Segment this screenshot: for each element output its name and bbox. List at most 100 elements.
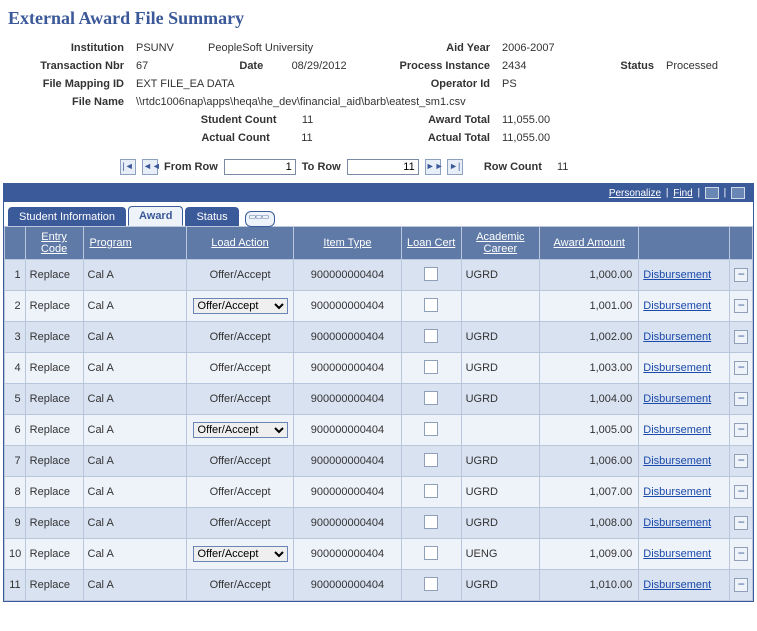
institution-label: Institution [8, 39, 130, 57]
tab-award[interactable]: Award [128, 206, 183, 226]
loan-cert[interactable] [401, 260, 461, 291]
disbursement-link[interactable]: Disbursement [643, 455, 711, 467]
loan-cert[interactable] [401, 322, 461, 353]
disbursement-link[interactable]: Disbursement [643, 548, 711, 560]
loan-cert-checkbox[interactable] [424, 391, 438, 405]
table-row: 9ReplaceCal AOffer/Accept900000000404UGR… [5, 508, 753, 539]
collapse-icon[interactable]: − [734, 485, 748, 499]
personalize-link[interactable]: Personalize [609, 188, 661, 199]
loan-cert-checkbox[interactable] [424, 515, 438, 529]
loan-cert-checkbox[interactable] [424, 577, 438, 591]
tab-status[interactable]: Status [185, 207, 238, 226]
from-row-input[interactable] [224, 159, 296, 175]
col-load-action[interactable]: Load Action [211, 237, 269, 249]
load-action[interactable]: Offer/Accept [186, 539, 293, 570]
collapse-icon[interactable]: − [734, 268, 748, 282]
col-award-amount[interactable]: Award Amount [554, 237, 625, 249]
award-amount: 1,005.00 [540, 415, 639, 446]
disbursement-link[interactable]: Disbursement [643, 393, 711, 405]
loan-cert[interactable] [401, 415, 461, 446]
row-number: 6 [5, 415, 26, 446]
file-mapping-id-label: File Mapping ID [8, 75, 130, 93]
disbursement-link[interactable]: Disbursement [643, 300, 711, 312]
loan-cert-checkbox[interactable] [424, 298, 438, 312]
load-action: Offer/Accept [186, 570, 293, 601]
show-all-columns-icon[interactable] [245, 211, 275, 227]
collapse-icon[interactable]: − [734, 361, 748, 375]
prev-page-icon[interactable]: ◄◄ [142, 159, 158, 175]
disbursement-link[interactable]: Disbursement [643, 424, 711, 436]
col-loan-cert[interactable]: Loan Cert [407, 237, 455, 249]
loan-cert-checkbox[interactable] [424, 422, 438, 436]
academic-career: UGRD [461, 570, 540, 601]
actual-count-label: Actual Count [201, 132, 269, 144]
download-icon[interactable] [731, 187, 745, 199]
disbursement-link[interactable]: Disbursement [643, 269, 711, 281]
last-page-icon[interactable]: ►| [447, 159, 463, 175]
load-action: Offer/Accept [186, 353, 293, 384]
status-label: Status [588, 57, 660, 75]
loan-cert[interactable] [401, 384, 461, 415]
load-action-select[interactable]: Offer/Accept [193, 422, 288, 438]
first-page-icon[interactable]: |◄ [120, 159, 136, 175]
table-row: 10ReplaceCal AOffer/Accept900000000404UE… [5, 539, 753, 570]
view-all-icon[interactable] [705, 187, 719, 199]
loan-cert-checkbox[interactable] [424, 484, 438, 498]
find-link[interactable]: Find [673, 188, 692, 199]
institution-code: PSUNV [130, 39, 202, 57]
academic-career [461, 415, 540, 446]
collapse-icon[interactable]: − [734, 578, 748, 592]
award-amount: 1,002.00 [540, 322, 639, 353]
disbursement-link[interactable]: Disbursement [643, 517, 711, 529]
disbursement-link[interactable]: Disbursement [643, 579, 711, 591]
table-row: 5ReplaceCal AOffer/Accept900000000404UGR… [5, 384, 753, 415]
loan-cert[interactable] [401, 570, 461, 601]
load-action-select[interactable]: Offer/Accept [193, 298, 288, 314]
award-total-label: Award Total [384, 111, 496, 129]
loan-cert[interactable] [401, 539, 461, 570]
loan-cert-checkbox[interactable] [424, 329, 438, 343]
collapse-icon[interactable]: − [734, 454, 748, 468]
entry-code: Replace [25, 446, 83, 477]
item-type: 900000000404 [294, 384, 401, 415]
col-program[interactable]: Program [90, 237, 132, 249]
item-type: 900000000404 [294, 446, 401, 477]
col-academic-career[interactable]: Academic Career [476, 231, 524, 255]
program: Cal A [83, 322, 186, 353]
tab-student-information[interactable]: Student Information [8, 207, 126, 226]
loan-cert[interactable] [401, 353, 461, 384]
load-action[interactable]: Offer/Accept [186, 415, 293, 446]
disbursement-link[interactable]: Disbursement [643, 331, 711, 343]
collapse-icon[interactable]: − [734, 330, 748, 344]
load-action-select[interactable]: Offer/Accept [193, 546, 288, 562]
col-item-type[interactable]: Item Type [323, 237, 371, 249]
to-row-input[interactable] [347, 159, 419, 175]
loan-cert-checkbox[interactable] [424, 453, 438, 467]
collapse-icon[interactable]: − [734, 516, 748, 530]
disbursement-cell: Disbursement [639, 291, 730, 322]
disbursement-link[interactable]: Disbursement [643, 362, 711, 374]
date-label: Date 08/29/2012 [202, 57, 384, 75]
loan-cert[interactable] [401, 477, 461, 508]
next-page-icon[interactable]: ►► [425, 159, 441, 175]
end-cell: − [730, 322, 753, 353]
collapse-icon[interactable]: − [734, 423, 748, 437]
loan-cert[interactable] [401, 508, 461, 539]
collapse-icon[interactable]: − [734, 392, 748, 406]
loan-cert-checkbox[interactable] [424, 267, 438, 281]
entry-code: Replace [25, 353, 83, 384]
disbursement-cell: Disbursement [639, 384, 730, 415]
loan-cert[interactable] [401, 446, 461, 477]
loan-cert[interactable] [401, 291, 461, 322]
col-entry-code[interactable]: Entry Code [41, 231, 67, 255]
load-action: Offer/Accept [186, 322, 293, 353]
disbursement-cell: Disbursement [639, 415, 730, 446]
disbursement-link[interactable]: Disbursement [643, 486, 711, 498]
loan-cert-checkbox[interactable] [424, 546, 438, 560]
load-action[interactable]: Offer/Accept [186, 291, 293, 322]
loan-cert-checkbox[interactable] [424, 360, 438, 374]
collapse-icon[interactable]: − [734, 547, 748, 561]
collapse-icon[interactable]: − [734, 299, 748, 313]
row-number: 5 [5, 384, 26, 415]
aid-year-label: Aid Year [384, 39, 496, 57]
